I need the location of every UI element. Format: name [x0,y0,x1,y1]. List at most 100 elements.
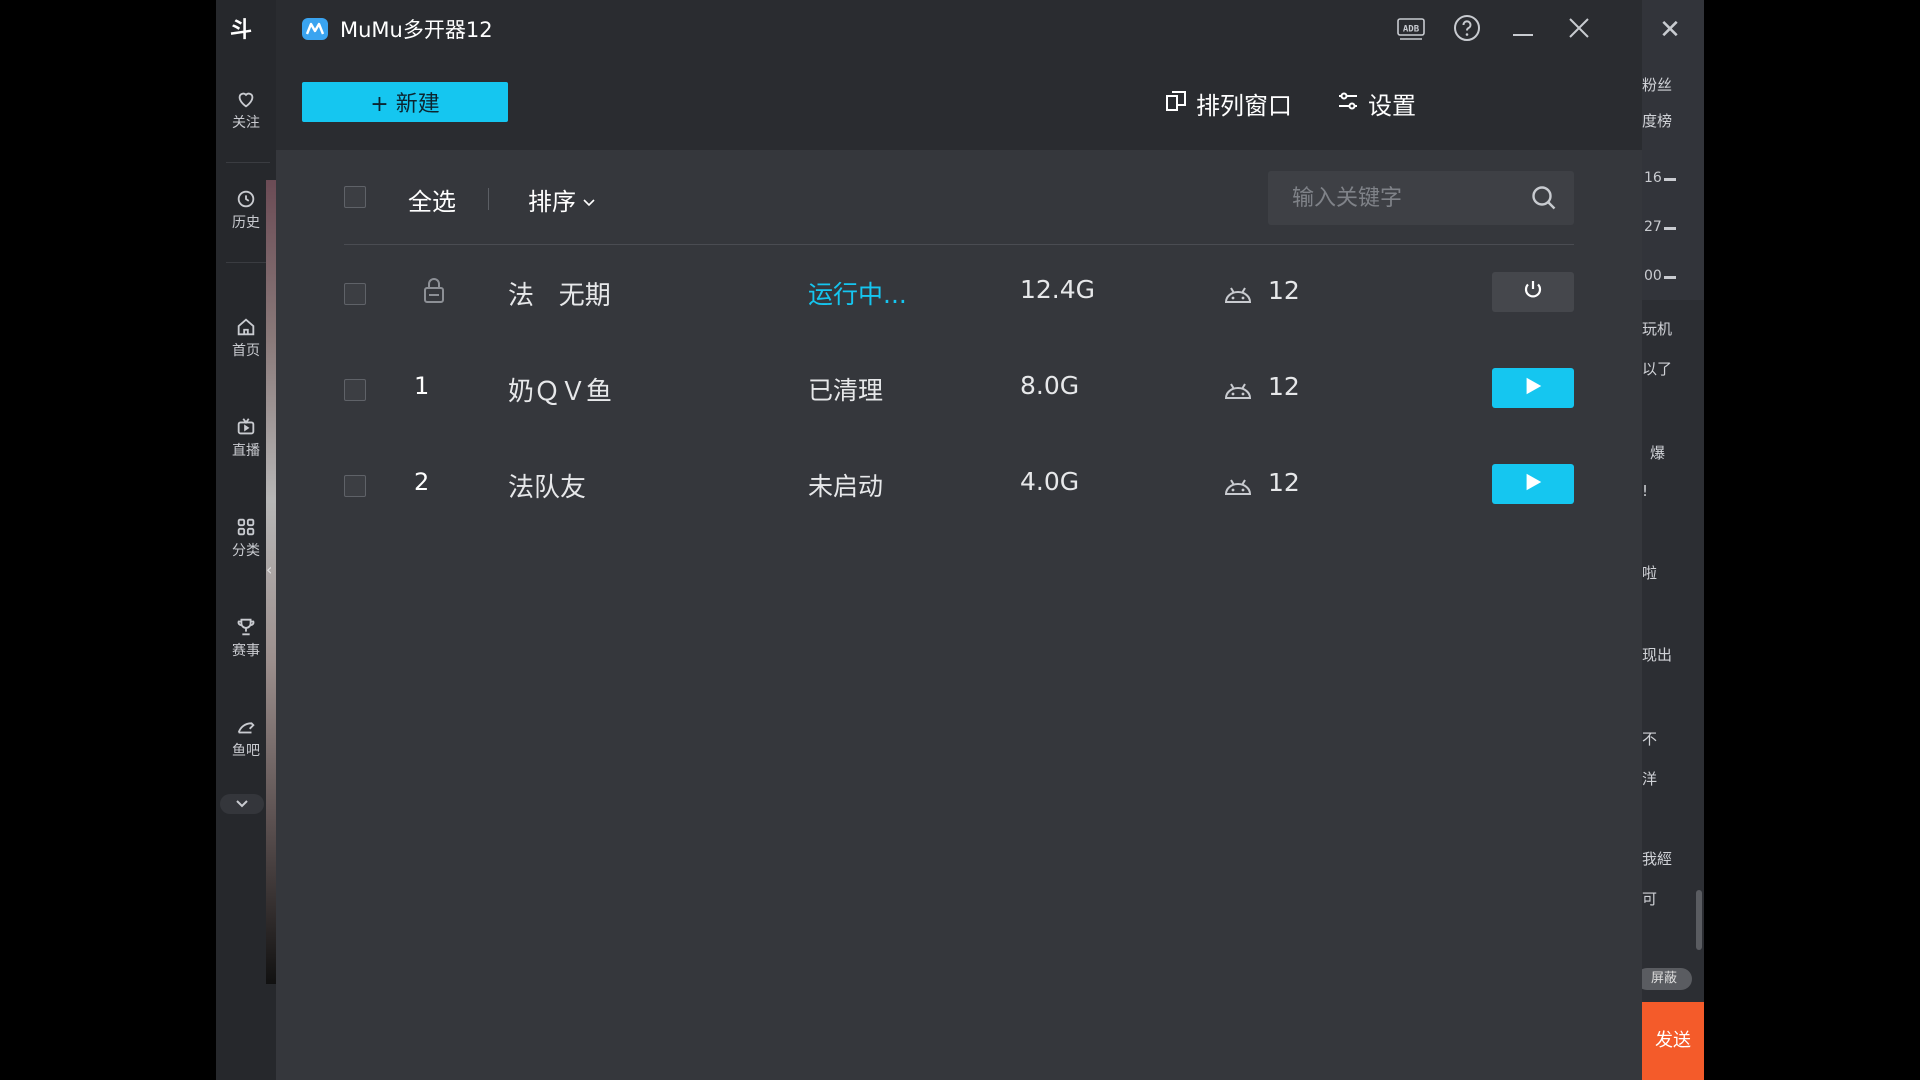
bg-scrollbar[interactable] [1696,890,1702,950]
divider [226,162,270,163]
bg-chat-text: 以了 [1642,360,1673,378]
help-button[interactable] [1450,14,1484,46]
new-instance-button[interactable]: + 新建 [302,82,508,122]
bg-rank-dash [1664,276,1676,279]
chevron-down-icon [234,795,250,814]
minimize-button[interactable] [1506,14,1540,46]
power-button[interactable] [1492,272,1574,312]
bg-block-button[interactable]: 屏蔽 [1636,968,1692,990]
instance-size: 4.0G [1020,467,1080,496]
table-row[interactable]: 2 法队友 未启动 4.0G 12 [276,438,1642,534]
bg-chat-text: 现出 [1642,646,1673,664]
bg-chat-text: 啦 [1642,564,1658,582]
play-icon [1522,375,1544,401]
bg-chat-text: 洋 [1642,770,1658,788]
instance-name: 法队友 [508,473,587,503]
android-version: 12 [1268,276,1300,305]
instance-name: 法 无期 [508,281,611,311]
sort-label: 排序 [528,188,576,216]
adb-icon: ADB [1396,13,1426,47]
settings-button[interactable]: 设置 [1336,86,1416,121]
android-version: 12 [1268,468,1300,497]
bg-nav-label: 直播 [232,443,260,459]
instance-size: 8.0G [1020,371,1080,400]
bg-chat-text: 爆 [1650,444,1666,462]
table-row[interactable]: 1 奶ＱＶ鱼 已清理 8.0G 12 [276,342,1642,438]
arrange-windows-icon [1164,89,1188,119]
search-box[interactable] [1268,171,1574,225]
search-icon[interactable] [1530,184,1558,212]
bg-nav-label: 赛事 [232,643,260,659]
trophy-icon [235,616,257,638]
bg-chat-text: ! [1642,482,1649,500]
clock-icon [235,188,257,210]
bg-nav-label: 首页 [232,343,260,359]
sliders-icon [1336,89,1360,119]
bg-chat-text: 我經 [1642,850,1673,868]
divider [344,244,1574,245]
bg-nav-label: 鱼吧 [232,743,260,759]
mumu-multi-instance-window: MuMu多开器12 ADB + 新建 排列窗口 设置 全选 排序 输入关键字 法… [276,0,1642,1080]
play-icon [1522,471,1544,497]
help-icon [1452,13,1482,47]
bg-chat-text: 玩机 [1642,320,1673,338]
close-button[interactable] [1562,14,1596,46]
grid-icon [235,516,257,538]
minimize-icon [1508,13,1538,47]
sort-dropdown[interactable]: 排序 [528,182,596,217]
home-icon [235,316,257,338]
row-checkbox[interactable] [344,475,366,497]
arrange-windows-label: 排列窗口 [1196,92,1292,120]
background-rank-panel [1642,0,1704,300]
table-row[interactable]: 法 无期 运行中... 12.4G 12 [276,246,1642,342]
bg-chat-text: 可 [1642,890,1658,908]
android-icon [1222,376,1254,404]
instance-status: 未启动 [808,472,884,501]
window-title: MuMu多开器12 [340,18,493,42]
adb-label: ADB [1403,25,1420,35]
divider [226,262,270,263]
instance-size: 12.4G [1020,275,1096,304]
chevron-left-icon[interactable]: ‹ [266,560,276,590]
bg-expand-button[interactable] [220,794,264,814]
mumu-logo-icon [302,18,328,40]
adb-button[interactable]: ADB [1394,14,1428,46]
settings-label: 设置 [1368,92,1416,120]
android-version: 12 [1268,372,1300,401]
lock-icon [422,276,446,306]
instance-status: 已清理 [808,376,884,405]
background-app-logo: 斗 [230,18,253,43]
instance-name: 奶ＱＶ鱼 [508,377,613,407]
bg-rank-dash [1664,178,1676,181]
bg-send-button[interactable]: 发送 [1642,1002,1704,1080]
bg-rank-number: 27 [1644,219,1662,235]
arrange-windows-button[interactable]: 排列窗口 [1164,86,1292,121]
android-icon [1222,472,1254,500]
tv-icon [235,416,257,438]
instance-status: 运行中... [808,280,907,309]
start-button[interactable] [1492,464,1574,504]
instance-index: 2 [414,468,430,496]
bg-tab-fans[interactable]: 粉丝 [1642,74,1704,95]
bg-rank-dash [1664,227,1676,230]
bg-nav-follow[interactable]: 关注 [216,88,276,132]
bg-tab-rank[interactable]: 度榜 [1642,110,1704,131]
select-all-label[interactable]: 全选 [408,182,456,217]
instance-index: 1 [414,372,430,400]
bg-chat-text: 不 [1642,730,1658,748]
toolbar: + 新建 排列窗口 设置 [276,60,1642,150]
heart-icon [235,88,257,110]
bg-nav-label: 历史 [232,215,260,231]
instance-list-panel: 全选 排序 法 无期 运行中... 12.4G [276,150,1642,1080]
bg-nav-label: 关注 [232,115,260,131]
select-all-checkbox[interactable] [344,186,366,208]
search-input[interactable] [1292,183,1512,213]
title-bar: MuMu多开器12 ADB [276,0,1642,60]
close-icon [1564,13,1594,47]
row-checkbox[interactable] [344,283,366,305]
row-checkbox[interactable] [344,379,366,401]
start-button[interactable] [1492,368,1574,408]
fish-icon [235,716,257,738]
power-icon [1521,278,1545,306]
background-close-icon[interactable]: ✕ [1656,16,1684,44]
